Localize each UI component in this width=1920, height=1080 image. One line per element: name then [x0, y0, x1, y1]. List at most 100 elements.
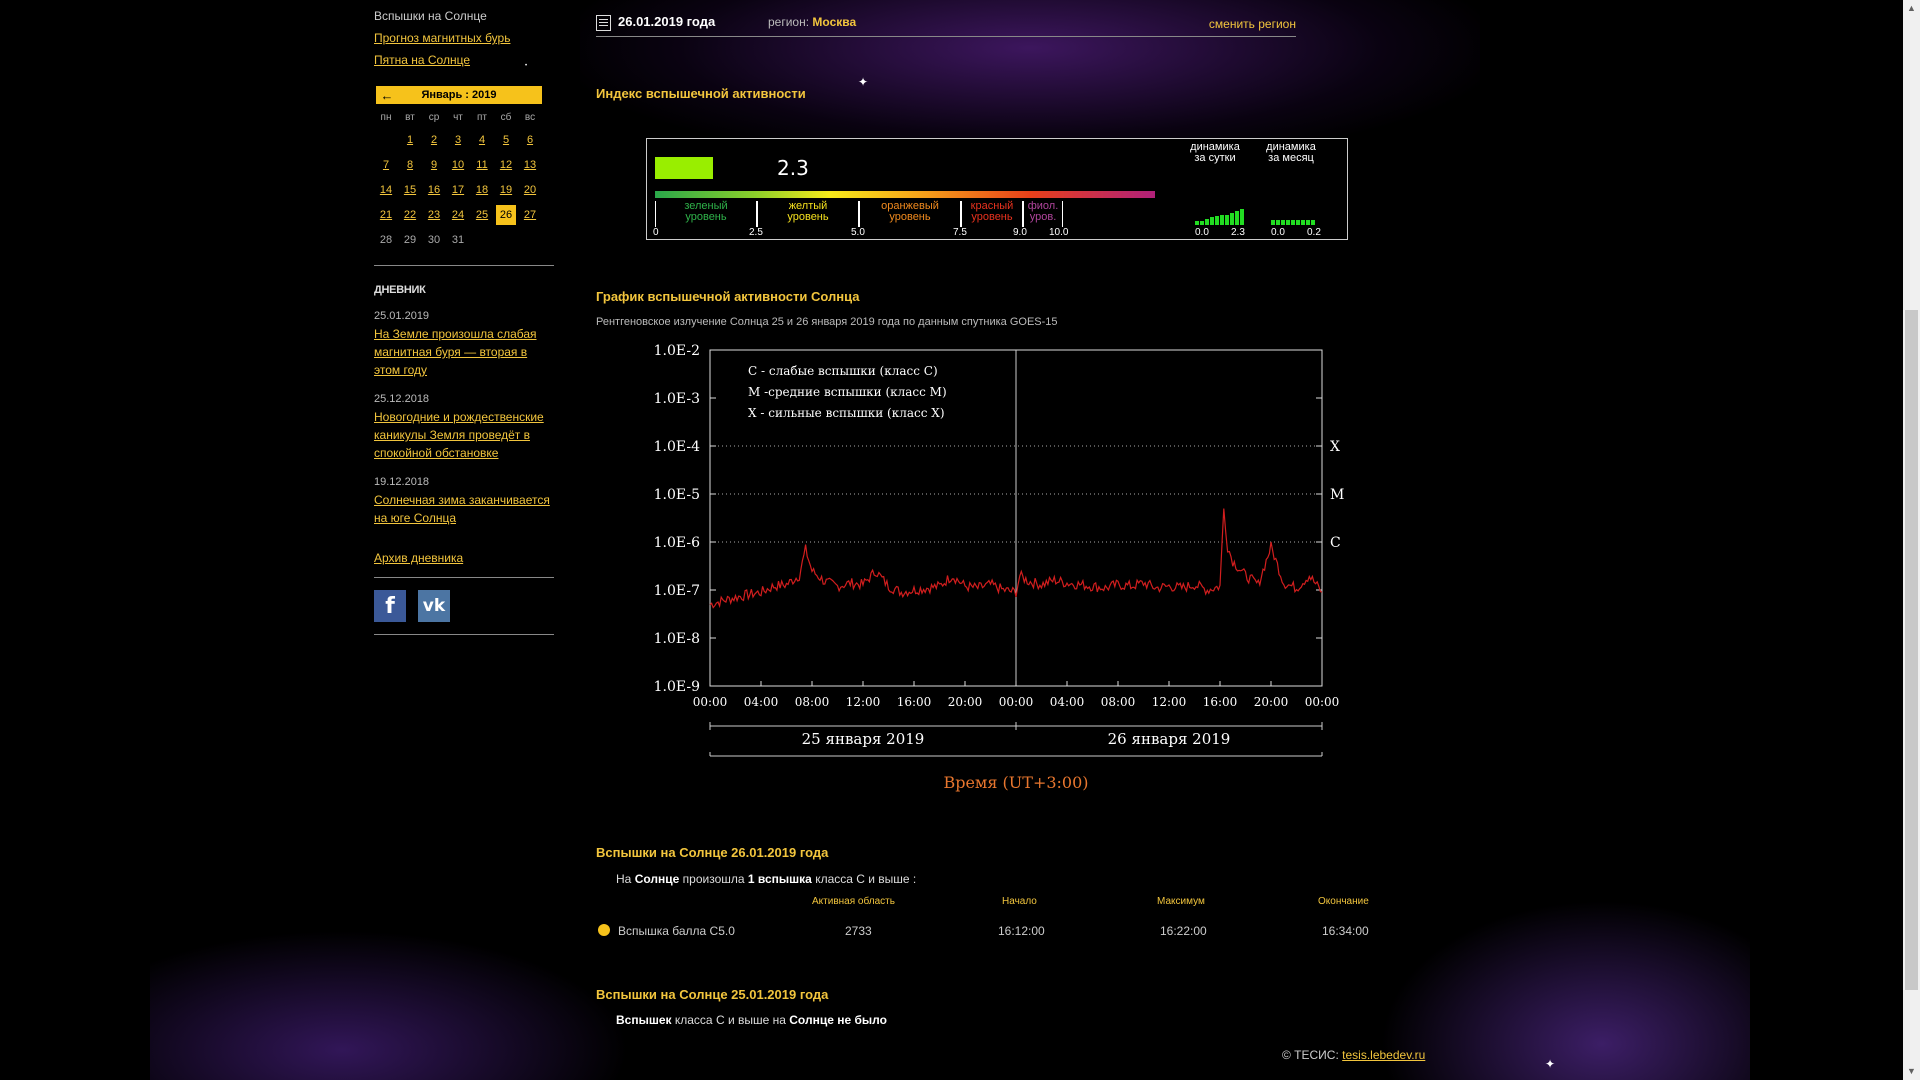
x-tick-label: 20:00 [948, 695, 983, 709]
sidebar-item-sunspots[interactable]: Пятна на Солнце [374, 53, 470, 67]
x-tick-label: 04:00 [1050, 695, 1085, 709]
calendar-weekday: пн [380, 112, 392, 123]
calendar-day-2[interactable]: 2 [422, 128, 446, 153]
diary-date: 25.01.2019 [374, 310, 430, 322]
calendar-day-4[interactable]: 4 [470, 128, 494, 153]
calendar-day-23[interactable]: 23 [422, 203, 446, 228]
calendar-day-5[interactable]: 5 [494, 128, 518, 153]
dynamics-month-bar [1291, 220, 1295, 225]
calendar-day-12[interactable]: 12 [494, 153, 518, 178]
x-tick-label: 08:00 [795, 695, 830, 709]
calendar-weekday: вс [524, 112, 536, 123]
calendar-day-29: 29 [403, 234, 417, 246]
calendar-day-17[interactable]: 17 [446, 178, 470, 203]
index-level-segment: зеленый уровень [655, 201, 757, 227]
calendar-day-10[interactable]: 10 [446, 153, 470, 178]
flares-yesterday-summary: Вспышек класса С и выше на Солнце не был… [616, 1013, 887, 1027]
calendar-day-25[interactable]: 25 [470, 203, 494, 228]
scrollbar-thumb[interactable] [1905, 310, 1918, 990]
calendar-day-19[interactable]: 19 [494, 178, 518, 203]
vk-icon[interactable]: vk [418, 590, 450, 622]
copyright-text: © ТЕСИС: [1282, 1048, 1339, 1062]
x-tick-label: 00:00 [999, 695, 1034, 709]
flare-name: Вспышка балла C5.0 [618, 924, 735, 938]
dynamics-month-bar [1286, 220, 1290, 225]
calendar-day-20[interactable]: 20 [518, 178, 542, 203]
y-tick-label: 1.0E-2 [654, 343, 700, 359]
dynamics-day-min: 0.0 [1195, 227, 1209, 238]
diary-entry-link[interactable]: На Земле произошла слабая магнитная буря… [374, 327, 537, 377]
index-level-segment: красный уровень [961, 201, 1023, 227]
diary-archive-link[interactable]: Архив дневника [374, 551, 554, 565]
legend-entry: Х - сильные вспышки (класс Х) [748, 406, 945, 420]
calendar-icon [596, 15, 611, 31]
dynamics-day-bar [1215, 216, 1219, 225]
x-tick-label: 20:00 [1254, 695, 1289, 709]
class-label: M [1330, 487, 1344, 503]
dynamics-day-bar [1235, 211, 1239, 225]
calendar-day-9[interactable]: 9 [422, 153, 446, 178]
chart-subtitle: Рентгеновское излучение Солнца 25 и 26 я… [596, 316, 1058, 328]
calendar-day-3[interactable]: 3 [446, 128, 470, 153]
flares-yesterday-heading: Вспышки на Солнце 25.01.2019 года [596, 987, 829, 1002]
calendar-day-15[interactable]: 15 [398, 178, 422, 203]
dynamics-month-bar [1271, 220, 1275, 225]
xray-flux-chart: 1.0E-2 1.0E-3 1.0E-4 1.0E-5 1.0E-6 1.0E-7 1.0E… [636, 332, 1356, 795]
calendar-day-18[interactable]: 18 [470, 178, 494, 203]
y-tick-label: 1.0E-6 [654, 535, 700, 551]
flare-start: 16:12:00 [998, 924, 1045, 938]
x-axis-label: Время (UT+3:00) [943, 773, 1088, 792]
dynamics-month-bar [1281, 220, 1285, 225]
calendar-month-title: Январь : 2019 [421, 89, 497, 101]
background-glow [150, 930, 630, 1080]
sidebar-item-magnetic-storms[interactable]: Прогноз магнитных бурь [374, 31, 510, 45]
facebook-icon[interactable]: f [374, 590, 406, 622]
calendar-day-11[interactable]: 11 [470, 153, 494, 178]
flare-region: 2733 [845, 924, 872, 938]
index-scale-tick: 0 [653, 227, 659, 238]
dynamics-month-title: динамика за месяц [1266, 141, 1316, 164]
flares-today-heading: Вспышки на Солнце 26.01.2019 года [596, 845, 829, 860]
calendar-day-14[interactable]: 14 [374, 178, 398, 203]
dynamics-day-bar [1210, 217, 1214, 225]
calendar-day-22[interactable]: 22 [398, 203, 422, 228]
social-links: f vk [374, 590, 554, 622]
diary-entry-link[interactable]: Солнечная зима заканчивается на юге Солн… [374, 493, 550, 525]
flare-end: 16:34:00 [1322, 924, 1369, 938]
diary-entry-link[interactable]: Новогодние и рождественские каникулы Зем… [374, 410, 544, 460]
flares-today-summary: На Солнце произошла 1 вспышка класса С и… [616, 872, 917, 886]
y-tick-label: 1.0E-5 [654, 487, 700, 503]
dynamics-month-bar [1306, 220, 1310, 225]
calendar-day-6[interactable]: 6 [518, 128, 542, 153]
calendar-prev-arrow[interactable]: ← [376, 88, 398, 103]
calendar-day-7[interactable]: 7 [374, 153, 398, 178]
calendar-day-13[interactable]: 13 [518, 153, 542, 178]
footer-site-link[interactable]: tesis.lebedev.ru [1342, 1048, 1425, 1062]
scroll-down-arrow[interactable]: ▼ [1907, 1066, 1916, 1076]
current-date: 26.01.2019 года [618, 14, 716, 29]
scroll-up-arrow[interactable]: ▲ [1907, 3, 1916, 13]
change-region-link[interactable]: сменить регион [1209, 17, 1296, 31]
scrollbar[interactable]: ▲ ▼ [1903, 0, 1920, 1080]
calendar-day-27[interactable]: 27 [518, 203, 542, 228]
divider [374, 577, 554, 578]
dynamics-day-max: 2.3 [1231, 227, 1245, 238]
calendar-day-1[interactable]: 1 [398, 128, 422, 153]
flare-class-c-icon [598, 924, 610, 936]
calendar-weekday: пт [477, 112, 487, 123]
calendar-day-21[interactable]: 21 [374, 203, 398, 228]
region-label: регион: Москва [768, 15, 857, 29]
x-tick-label: 08:00 [1101, 695, 1136, 709]
column-header-region: Активная область [812, 896, 895, 907]
x-tick-label: 00:00 [693, 695, 728, 709]
calendar-day-24[interactable]: 24 [446, 203, 470, 228]
calendar-header: ← Январь : 2019 [376, 86, 542, 104]
column-header-start: Начало [1002, 896, 1037, 907]
dynamics-day-title: динамика за сутки [1190, 141, 1240, 164]
day-label: 26 января 2019 [1108, 730, 1231, 748]
diary-date: 25.12.2018 [374, 393, 430, 405]
region-value: Москва [812, 15, 857, 29]
calendar-day-16[interactable]: 16 [422, 178, 446, 203]
calendar-day-8[interactable]: 8 [398, 153, 422, 178]
chart-svg: 1.0E-2 1.0E-3 1.0E-4 1.0E-5 1.0E-6 1.0E-7 1.0E… [654, 343, 1345, 792]
